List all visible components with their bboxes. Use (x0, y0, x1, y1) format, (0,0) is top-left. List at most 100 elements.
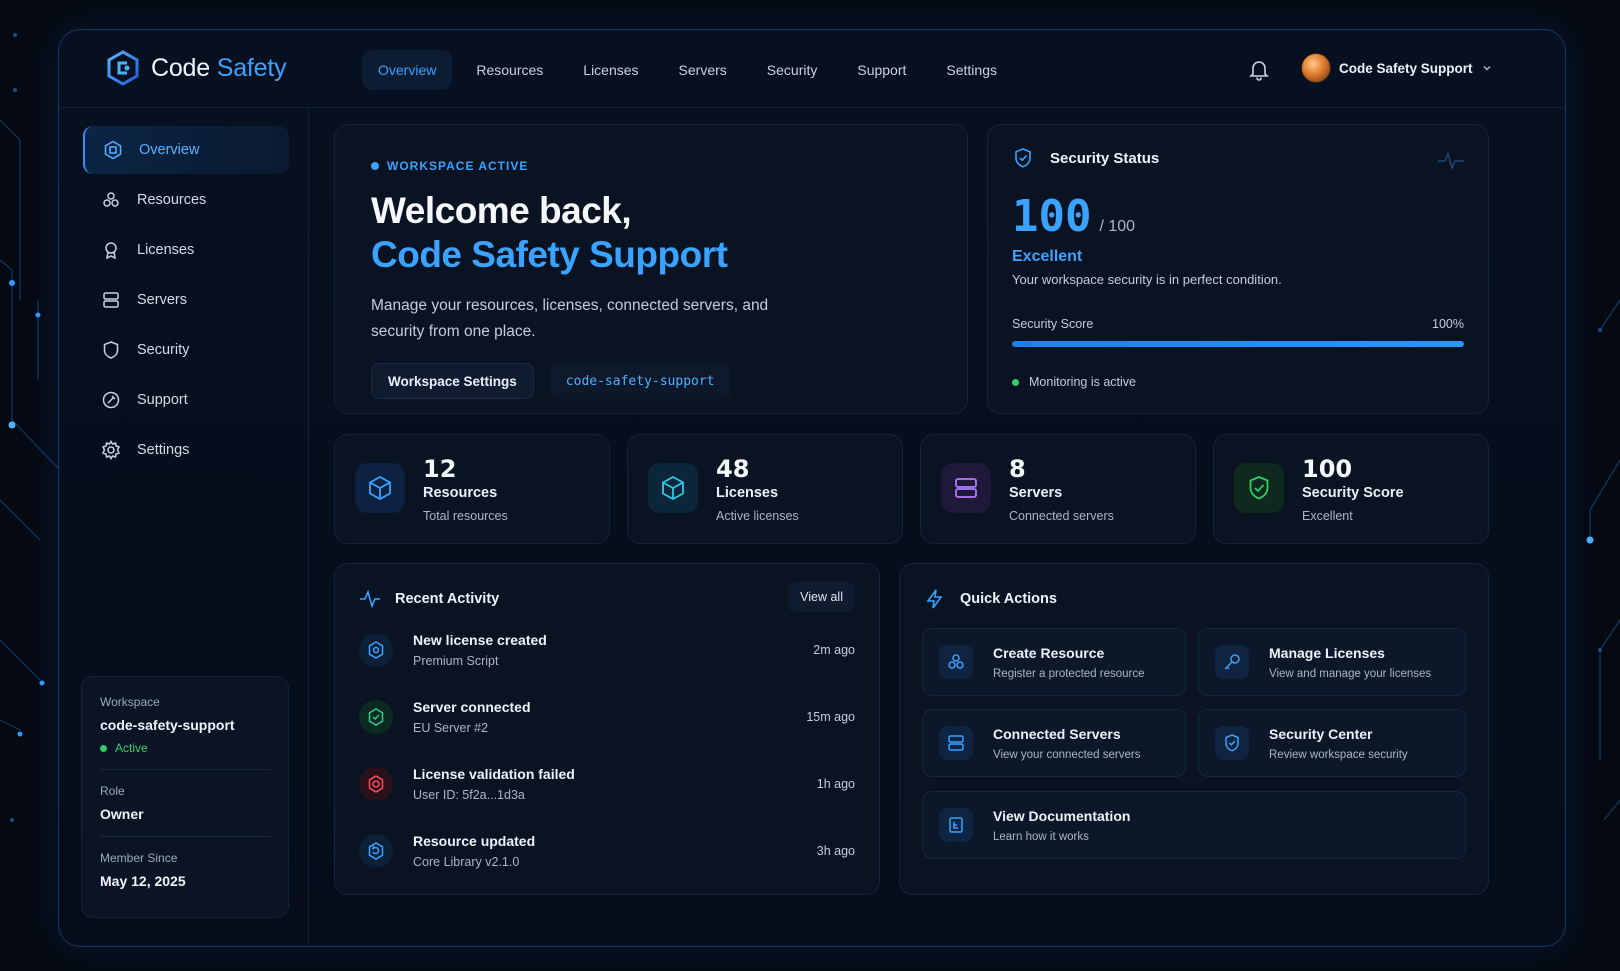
sidebar-item-overview[interactable]: Overview (83, 126, 289, 174)
topnav-settings[interactable]: Settings (930, 50, 1013, 90)
quick-action-view-documentation[interactable]: View Documentation Learn how it works (922, 791, 1466, 859)
topnav-resources[interactable]: Resources (460, 50, 559, 90)
quick-action-connected-servers[interactable]: Connected Servers View your connected se… (922, 709, 1186, 777)
workspace-status: Active (100, 741, 270, 755)
stat-card-security-score[interactable]: 100 Security Score Excellent (1213, 434, 1489, 544)
stat-icon-box (941, 463, 991, 513)
topnav-support[interactable]: Support (841, 50, 922, 90)
activity-title: Resource updated (413, 832, 536, 849)
top-nav: Overview Resources Licenses Servers Secu… (362, 50, 1013, 90)
sidebar-item-support[interactable]: Support (83, 376, 289, 424)
quick-action-title: Manage Licenses (1269, 644, 1385, 661)
sidebar-item-label: Resources (137, 192, 207, 208)
activity-item[interactable]: Resource updated Core Library v2.1.0 3h … (359, 817, 855, 884)
cube-icon (369, 475, 391, 501)
chevron-down-icon (1482, 65, 1491, 71)
key-icon (1224, 654, 1240, 670)
topnav-security[interactable]: Security (751, 50, 834, 90)
workspace-settings-button[interactable]: Workspace Settings (371, 363, 534, 399)
sidebar-item-licenses[interactable]: Licenses (83, 226, 289, 274)
activity-time: 1h ago (816, 776, 855, 791)
member-since-value: May 12, 2025 (100, 873, 186, 889)
security-score-progress (1012, 341, 1464, 347)
topnav-overview[interactable]: Overview (362, 50, 453, 90)
activity-item[interactable]: New license created Premium Script 2m ag… (359, 616, 855, 683)
workspace-active-badge: WORKSPACE ACTIVE (371, 159, 931, 173)
circuit-decoration-left (0, 33, 60, 822)
security-status-card: Security Status 100 / 100 Excellent Your… (987, 124, 1489, 414)
shield-check-icon (1249, 476, 1269, 500)
user-name: Code Safety Support (1339, 60, 1473, 76)
welcome-user-name: Code Safety Support (371, 234, 728, 275)
activity-time: 3h ago (816, 843, 855, 858)
activity-item[interactable]: License validation failed User ID: 5f2a.… (359, 750, 855, 817)
security-score-bar-label: Security Score (1012, 317, 1094, 331)
support-icon (102, 391, 120, 409)
lightning-icon (926, 589, 943, 609)
activity-icon-box (359, 632, 393, 667)
quick-action-title: Connected Servers (993, 725, 1121, 742)
recent-activity-title: Recent Activity (395, 591, 500, 607)
view-all-button[interactable]: View all (788, 582, 855, 612)
sidebar-item-resources[interactable]: Resources (83, 176, 289, 224)
workspace-label: Workspace (100, 695, 160, 709)
quick-action-icon-box (1215, 726, 1249, 760)
stat-label: Security Score (1302, 485, 1404, 501)
quick-action-icon-box (939, 645, 973, 679)
workspace-slug-chip[interactable]: code-safety-support (549, 363, 731, 399)
stat-card-servers[interactable]: 8 Servers Connected servers (920, 434, 1196, 544)
security-status-title: Security Status (1050, 149, 1160, 167)
gear-icon (101, 440, 121, 460)
security-score-max: / 100 (1099, 218, 1136, 235)
notifications-bell-icon[interactable] (1247, 57, 1271, 81)
licenses-icon (105, 242, 117, 260)
security-score-bar-value: 100% (1432, 317, 1464, 331)
quick-actions-panel: Quick Actions Create Resource Register a… (899, 563, 1489, 895)
sidebar-item-label: Overview (139, 142, 200, 158)
stat-icon-box (355, 463, 405, 513)
app-window: Code Safety Overview Resources Licenses … (58, 29, 1566, 947)
sidebar-item-label: Servers (137, 292, 187, 308)
quick-action-icon-box (939, 808, 973, 842)
topnav-licenses[interactable]: Licenses (567, 50, 654, 90)
sidebar-item-label: Licenses (137, 242, 195, 258)
brand-logo[interactable]: Code Safety (105, 50, 287, 86)
sidebar-item-label: Settings (137, 442, 190, 458)
activity-time: 15m ago (806, 709, 855, 724)
stat-sublabel: Excellent (1302, 509, 1353, 523)
stat-value: 8 (1009, 455, 1026, 483)
brand-name: Code Safety (151, 53, 287, 82)
user-menu[interactable]: Code Safety Support (1301, 53, 1493, 83)
topnav-servers[interactable]: Servers (663, 50, 743, 90)
quick-action-subtitle: Review workspace security (1269, 748, 1408, 761)
security-score-value: 100 (1012, 191, 1092, 242)
activity-title: License validation failed (413, 765, 575, 782)
security-score-progress-fill (1012, 341, 1464, 347)
refresh-icon (368, 841, 384, 860)
activity-title: Server connected (413, 698, 531, 715)
stat-value: 12 (423, 455, 457, 483)
license-badge-icon (368, 640, 384, 659)
member-since-label: Member Since (100, 851, 178, 865)
stat-card-licenses[interactable]: 48 Licenses Active licenses (627, 434, 903, 544)
quick-action-security-center[interactable]: Security Center Review workspace securit… (1198, 709, 1466, 777)
stat-value: 48 (716, 455, 750, 483)
top-navigation-bar: Code Safety Overview Resources Licenses … (59, 30, 1565, 108)
activity-subtitle: Core Library v2.1.0 (413, 854, 520, 869)
servers-icon (955, 478, 977, 498)
error-badge-icon (368, 774, 384, 793)
activity-subtitle: User ID: 5f2a...1d3a (413, 787, 525, 802)
activity-subtitle: Premium Script (413, 653, 499, 668)
quick-action-icon-box (1215, 645, 1249, 679)
quick-action-create-resource[interactable]: Create Resource Register a protected res… (922, 628, 1186, 696)
stat-label: Servers (1009, 485, 1063, 501)
resources-icon (948, 654, 964, 669)
stat-card-resources[interactable]: 12 Resources Total resources (334, 434, 610, 544)
circuit-decoration-right (1586, 299, 1620, 821)
activity-item[interactable]: Server connected EU Server #2 15m ago (359, 683, 855, 750)
quick-action-manage-licenses[interactable]: Manage Licenses View and manage your lic… (1198, 628, 1466, 696)
sidebar-item-settings[interactable]: Settings (83, 426, 289, 474)
sidebar-item-security[interactable]: Security (83, 326, 289, 374)
sidebar-item-servers[interactable]: Servers (83, 276, 289, 324)
stat-label: Resources (423, 485, 498, 501)
